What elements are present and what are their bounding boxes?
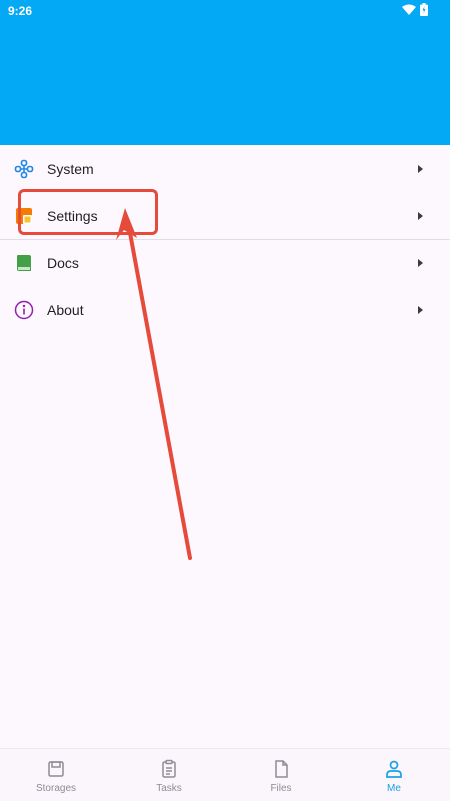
- bottom-navigation: Storages Tasks Files Me: [0, 748, 450, 801]
- nav-label: Files: [270, 783, 292, 794]
- person-icon: [386, 760, 402, 778]
- storage-icon: [48, 761, 64, 777]
- nav-item-storages[interactable]: Storages: [0, 749, 112, 801]
- nav-label: Me: [387, 783, 401, 794]
- nav-item-tasks[interactable]: Tasks: [113, 749, 225, 801]
- annotation-arrow: [116, 208, 192, 560]
- clipboard-icon: [162, 759, 176, 778]
- nav-item-files[interactable]: Files: [225, 749, 337, 801]
- nav-item-me[interactable]: Me: [338, 749, 450, 801]
- file-icon: [275, 760, 288, 778]
- nav-label: Storages: [35, 783, 77, 794]
- nav-label: Tasks: [156, 783, 182, 794]
